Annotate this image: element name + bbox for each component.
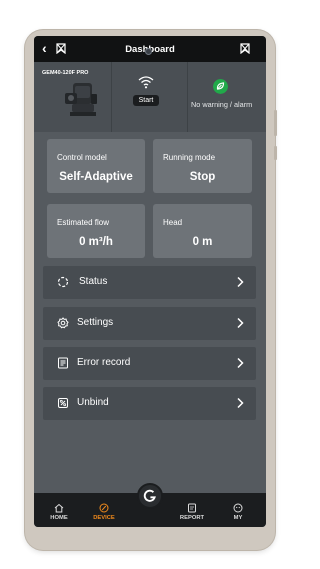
nav-home[interactable]: HOME	[39, 493, 79, 527]
nav-label: MY	[233, 515, 243, 521]
card-label: Head	[163, 218, 183, 227]
nav-my[interactable]: MY	[218, 493, 258, 527]
chevron-right-icon	[237, 397, 244, 409]
chevron-right-icon	[237, 357, 244, 369]
card-running-mode[interactable]: Running mode Stop	[153, 139, 252, 193]
menu-item-status[interactable]: Status	[43, 266, 256, 299]
gear-icon	[57, 317, 69, 329]
menu-label: Status	[79, 276, 108, 287]
home-icon	[54, 503, 64, 513]
card-control-model[interactable]: Control model Self-Adaptive	[47, 139, 145, 193]
header-bar: ‹ Dashboard	[34, 36, 266, 62]
card-label: Estimated flow	[57, 218, 110, 227]
card-value: 0 m³/h	[79, 236, 113, 248]
alarm-cell[interactable]: No warning / alarm	[188, 62, 266, 132]
device-cell[interactable]: GEM40-120F PRO	[34, 62, 112, 132]
menu-item-error-record[interactable]: Error record	[43, 347, 256, 380]
volume-button	[274, 110, 277, 136]
card-head[interactable]: Head 0 m	[153, 204, 252, 258]
card-value: 0 m	[192, 236, 213, 248]
wifi-icon	[138, 76, 154, 89]
alarm-status-text: No warning / alarm	[191, 100, 253, 109]
device-icon	[99, 503, 109, 513]
connection-cell[interactable]: Start	[112, 62, 188, 132]
card-label: Running mode	[163, 153, 216, 162]
brand-logo-button[interactable]	[137, 483, 163, 509]
device-summary: GEM40-120F PRO Start No warning / alarm	[34, 62, 266, 132]
nav-label: REPORT	[179, 515, 205, 521]
card-value: Stop	[189, 171, 216, 183]
nav-label: DEVICE	[93, 515, 115, 521]
nav-label: HOME	[50, 515, 68, 521]
report-icon	[188, 503, 196, 513]
app-screen: ‹ Dashboard GEM40-120F PRO	[34, 36, 266, 527]
device-model: GEM40-120F PRO	[42, 70, 89, 76]
status-icon	[57, 276, 69, 288]
pump-image	[65, 83, 97, 116]
user-icon	[233, 503, 243, 513]
chevron-right-icon	[237, 276, 244, 288]
card-value: Self-Adaptive	[59, 171, 133, 183]
bookmark-icon[interactable]	[240, 43, 250, 54]
menu-item-unbind[interactable]: Unbind	[43, 387, 256, 420]
unlink-icon	[58, 398, 68, 408]
chevron-right-icon	[237, 317, 244, 329]
leaf-icon	[213, 79, 228, 94]
menu-item-settings[interactable]: Settings	[43, 307, 256, 340]
camera-icon	[145, 48, 152, 55]
document-icon	[58, 357, 68, 369]
status-badge: Start	[133, 95, 159, 106]
menu-label: Error record	[77, 357, 131, 368]
power-button	[274, 146, 277, 160]
menu-label: Settings	[77, 317, 114, 328]
nav-device[interactable]: DEVICE	[84, 493, 124, 527]
card-estimated-flow[interactable]: Estimated flow 0 m³/h	[47, 204, 145, 258]
card-label: Control model	[57, 153, 107, 162]
nav-report[interactable]: REPORT	[172, 493, 212, 527]
menu-label: Unbind	[77, 397, 109, 408]
